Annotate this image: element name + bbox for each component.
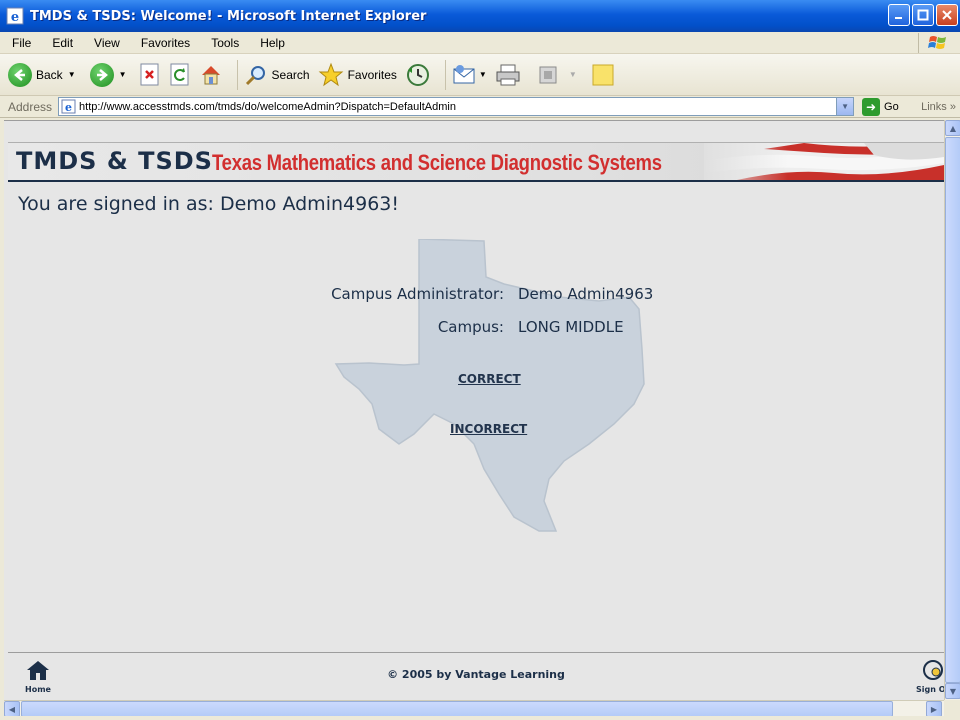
- menu-edit[interactable]: Edit: [40, 36, 82, 50]
- go-label: Go: [884, 100, 899, 113]
- mail-button[interactable]: ▼: [452, 63, 487, 87]
- sign-out-icon: [923, 660, 943, 680]
- back-arrow-icon: [8, 62, 32, 87]
- campus-value: LONG MIDDLE: [518, 318, 624, 336]
- windows-logo-icon: [918, 33, 956, 53]
- menu-view[interactable]: View: [82, 36, 129, 50]
- ie-page-icon: e: [61, 99, 76, 114]
- menu-file[interactable]: File: [0, 36, 40, 50]
- toolbar-separator: [236, 59, 238, 90]
- links-label: Links: [921, 100, 947, 113]
- scroll-right-button[interactable]: ▶: [926, 701, 942, 717]
- sign-out-label: Sign Out: [916, 685, 944, 694]
- search-button[interactable]: Search: [244, 63, 310, 87]
- search-icon: [245, 65, 265, 85]
- discuss-icon: [592, 64, 614, 85]
- minimize-icon: [895, 17, 902, 19]
- edit-button[interactable]: ▼: [537, 64, 577, 86]
- mail-dropdown-icon[interactable]: ▼: [479, 70, 487, 79]
- mail-icon: [453, 64, 475, 83]
- back-button[interactable]: Back ▼: [8, 62, 76, 87]
- status-bar: [0, 716, 960, 720]
- minimize-button[interactable]: [888, 4, 910, 26]
- svg-text:e: e: [11, 10, 19, 25]
- incorrect-link[interactable]: INCORRECT: [450, 422, 527, 436]
- address-bar: Address e http://www.accesstmds.com/tmds…: [0, 96, 960, 118]
- site-banner: TMDS & TSDS Texas Mathematics and Scienc…: [8, 142, 944, 182]
- print-button[interactable]: [495, 63, 521, 87]
- window-title: TMDS & TSDS: Welcome! - Microsoft Intern…: [30, 8, 427, 24]
- scroll-down-button[interactable]: ▼: [945, 683, 960, 699]
- discuss-button[interactable]: [591, 63, 615, 87]
- role-value: Demo Admin4963: [518, 285, 654, 303]
- maximize-button[interactable]: [912, 4, 934, 26]
- forward-dropdown-icon[interactable]: ▼: [119, 70, 127, 79]
- address-input[interactable]: e http://www.accesstmds.com/tmds/do/welc…: [58, 97, 855, 116]
- sign-out-link[interactable]: Sign Out: [916, 659, 944, 695]
- scroll-up-button[interactable]: ▲: [945, 120, 960, 136]
- copyright-text: © 2005 by Vantage Learning: [387, 668, 565, 681]
- page-footer: Home © 2005 by Vantage Learning Sign Out: [8, 652, 944, 700]
- correct-link[interactable]: CORRECT: [458, 372, 521, 386]
- forward-arrow-icon: [89, 62, 114, 87]
- forward-button[interactable]: ▼: [89, 62, 127, 87]
- campus-label: Campus:: [437, 318, 504, 336]
- links-button[interactable]: Links »: [921, 101, 956, 113]
- home-toolbar-button[interactable]: [199, 63, 223, 87]
- toolbar: Back ▼ ▼ Search Favorites ▼ ▼: [0, 54, 960, 96]
- horizontal-scroll-thumb[interactable]: [21, 701, 893, 717]
- go-button[interactable]: ➜ Go: [862, 97, 899, 116]
- edit-icon: [539, 66, 557, 83]
- history-icon: [406, 63, 429, 86]
- site-tagline: Texas Mathematics and Science Diagnostic…: [212, 150, 662, 175]
- search-label: Search: [271, 67, 310, 82]
- refresh-icon: [170, 63, 189, 85]
- close-button[interactable]: [936, 4, 958, 26]
- back-dropdown-icon[interactable]: ▼: [68, 70, 76, 79]
- menu-help[interactable]: Help: [248, 36, 294, 50]
- menu-favorites[interactable]: Favorites: [129, 36, 199, 50]
- menu-bar: File Edit View Favorites Tools Help: [0, 32, 960, 54]
- signed-in-heading: You are signed in as: Demo Admin4963!: [18, 193, 399, 215]
- texas-map-graphic: [334, 239, 645, 532]
- maximize-icon: [917, 9, 929, 21]
- svg-text:e: e: [65, 101, 72, 114]
- favorites-label: Favorites: [347, 67, 397, 82]
- address-label: Address: [8, 99, 53, 114]
- refresh-button[interactable]: [169, 63, 191, 87]
- home-toolbar-icon: [201, 65, 220, 84]
- history-button[interactable]: [405, 62, 431, 88]
- go-arrow-icon: ➜: [862, 97, 881, 116]
- favorites-button[interactable]: Favorites: [318, 62, 397, 88]
- home-label: Home: [25, 685, 51, 694]
- role-label: Campus Administrator:: [331, 285, 504, 303]
- horizontal-scrollbar[interactable]: ◀ ▶: [4, 700, 944, 717]
- texas-flag-graphic: [704, 143, 944, 180]
- site-brand: TMDS & TSDS: [16, 147, 213, 175]
- back-label: Back: [36, 67, 63, 82]
- address-dropdown-icon[interactable]: ▼: [836, 98, 854, 115]
- vertical-scroll-thumb[interactable]: [945, 137, 960, 683]
- edit-dropdown-icon[interactable]: ▼: [569, 70, 577, 79]
- scroll-left-button[interactable]: ◀: [4, 701, 20, 717]
- toolbar-separator: [444, 59, 446, 90]
- address-url: http://www.accesstmds.com/tmds/do/welcom…: [79, 100, 456, 113]
- stop-button[interactable]: [139, 63, 161, 87]
- menu-tools[interactable]: Tools: [199, 36, 248, 50]
- window-title-bar[interactable]: e TMDS & TSDS: Welcome! - Microsoft Inte…: [0, 0, 960, 32]
- favorites-star-icon: [318, 62, 343, 86]
- page-viewport: TMDS & TSDS Texas Mathematics and Scienc…: [4, 120, 944, 700]
- stop-icon: [140, 63, 159, 85]
- ie-page-icon: e: [6, 7, 24, 25]
- print-icon: [496, 64, 520, 85]
- close-icon: [942, 10, 952, 20]
- vertical-scrollbar[interactable]: ▲ ▼: [944, 120, 960, 700]
